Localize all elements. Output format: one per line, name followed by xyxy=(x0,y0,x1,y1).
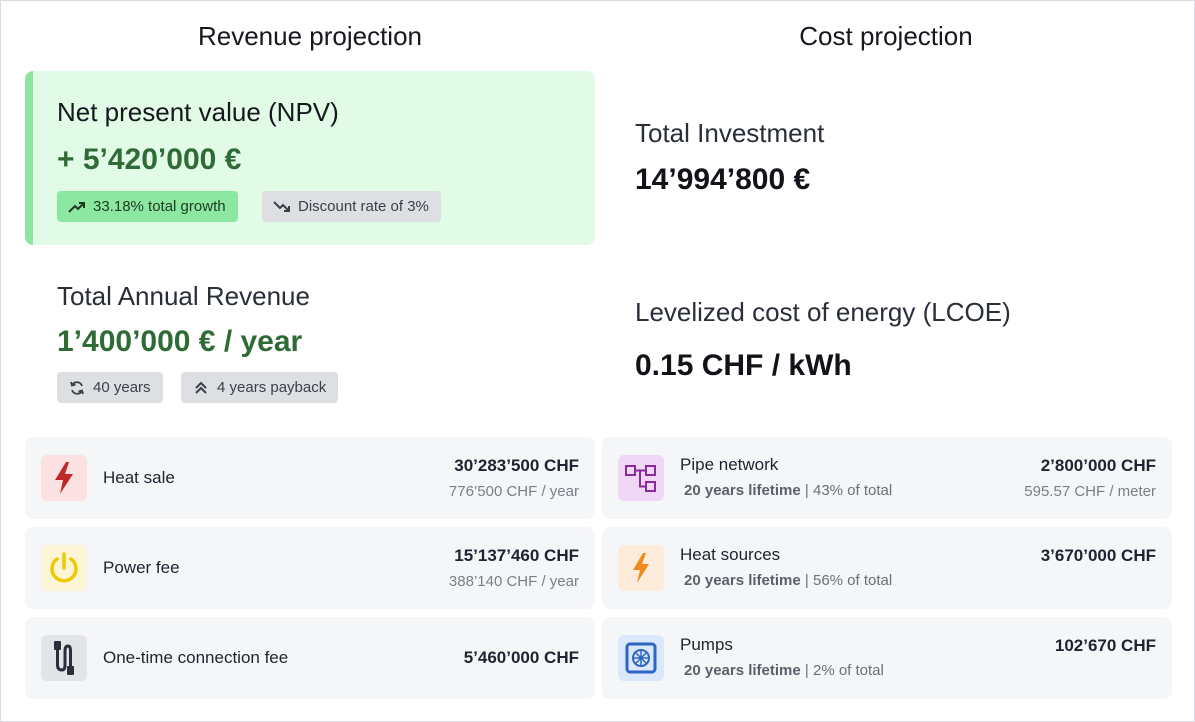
lifetime-text: 20 years lifetime xyxy=(684,572,801,589)
item-amount: 2’800’000 CHF xyxy=(1040,456,1156,475)
list-item-power-fee: Power fee 15’137’460 CHF 388’140 CHF / y… xyxy=(25,527,595,609)
npv-label: Net present value (NPV) xyxy=(57,97,339,127)
lifetime-text: 20 years lifetime xyxy=(684,662,801,679)
growth-badge-text: 33.18% total growth xyxy=(93,198,226,215)
item-name: One-time connection fee xyxy=(103,648,289,667)
item-per-year: 388’140 CHF / year xyxy=(448,573,579,590)
trending-down-icon xyxy=(272,199,292,215)
plug-icon xyxy=(41,635,87,681)
discount-badge-text: Discount rate of 3% xyxy=(298,198,429,215)
item-name: Heat sale xyxy=(103,468,175,487)
item-amount: 15’137’460 CHF xyxy=(454,546,579,565)
item-name: Pumps xyxy=(680,635,733,654)
item-per-meter: 595.57 CHF / meter xyxy=(1024,483,1156,500)
lcoe-value: 0.15 CHF / kWh xyxy=(635,349,852,382)
trending-up-icon xyxy=(67,199,87,215)
item-lifetime: 20 years lifetime | 56% of total xyxy=(684,572,892,589)
list-item-pumps: Pumps 20 years lifetime | 2% of total 10… xyxy=(602,617,1172,699)
annual-revenue-label: Total Annual Revenue xyxy=(57,281,310,311)
lightning-icon xyxy=(41,455,87,501)
bolt-icon xyxy=(618,545,664,591)
annual-revenue-value: 1’400’000 € / year xyxy=(57,325,303,358)
item-name: Heat sources xyxy=(680,545,781,564)
list-item-heat-sale: Heat sale 30’283’500 CHF 776’500 CHF / y… xyxy=(25,437,595,519)
item-amount: 102’670 CHF xyxy=(1054,636,1156,655)
total-investment-value: 14’994’800 € xyxy=(635,163,811,196)
lcoe-label: Levelized cost of energy (LCOE) xyxy=(635,297,1011,327)
npv-value: + 5’420’000 € xyxy=(57,143,242,176)
revenue-projection-title: Revenue projection xyxy=(197,21,423,51)
discount-badge: Discount rate of 3% xyxy=(262,191,441,222)
network-icon xyxy=(618,455,664,501)
list-item-connection-fee: One-time connection fee 5’460’000 CHF xyxy=(25,617,595,699)
item-amount: 5’460’000 CHF xyxy=(463,648,579,667)
list-item-pipe-network: Pipe network 20 years lifetime | 43% of … xyxy=(602,437,1172,519)
share-text: | 56% of total xyxy=(800,572,893,589)
item-amount: 3’670’000 CHF xyxy=(1040,546,1156,565)
item-lifetime: 20 years lifetime | 43% of total xyxy=(684,482,892,499)
npv-card: Net present value (NPV) + 5’420’000 € 33… xyxy=(25,71,595,245)
item-name: Pipe network xyxy=(680,455,779,474)
item-amount: 30’283’500 CHF xyxy=(454,456,579,475)
share-text: | 43% of total xyxy=(800,482,893,499)
item-per-year: 776’500 CHF / year xyxy=(448,483,579,500)
refresh-icon xyxy=(67,380,87,396)
item-lifetime: 20 years lifetime | 2% of total xyxy=(684,662,884,679)
growth-badge: 33.18% total growth xyxy=(57,191,238,222)
payback-badge-text: 4 years payback xyxy=(217,379,327,396)
years-badge: 40 years xyxy=(57,372,163,403)
power-icon xyxy=(41,545,87,591)
cost-projection-title: Cost projection xyxy=(799,21,973,51)
share-text: | 2% of total xyxy=(800,662,884,679)
list-item-heat-sources: Heat sources 20 years lifetime | 56% of … xyxy=(602,527,1172,609)
years-badge-text: 40 years xyxy=(93,379,151,396)
item-name: Power fee xyxy=(103,558,180,577)
dashboard-frame: Revenue projection Cost projection Net p… xyxy=(0,0,1195,722)
pump-icon xyxy=(618,635,664,681)
payback-badge: 4 years payback xyxy=(181,372,339,403)
lifetime-text: 20 years lifetime xyxy=(684,482,801,499)
double-chevron-up-icon xyxy=(191,380,211,396)
total-investment-label: Total Investment xyxy=(635,118,825,148)
